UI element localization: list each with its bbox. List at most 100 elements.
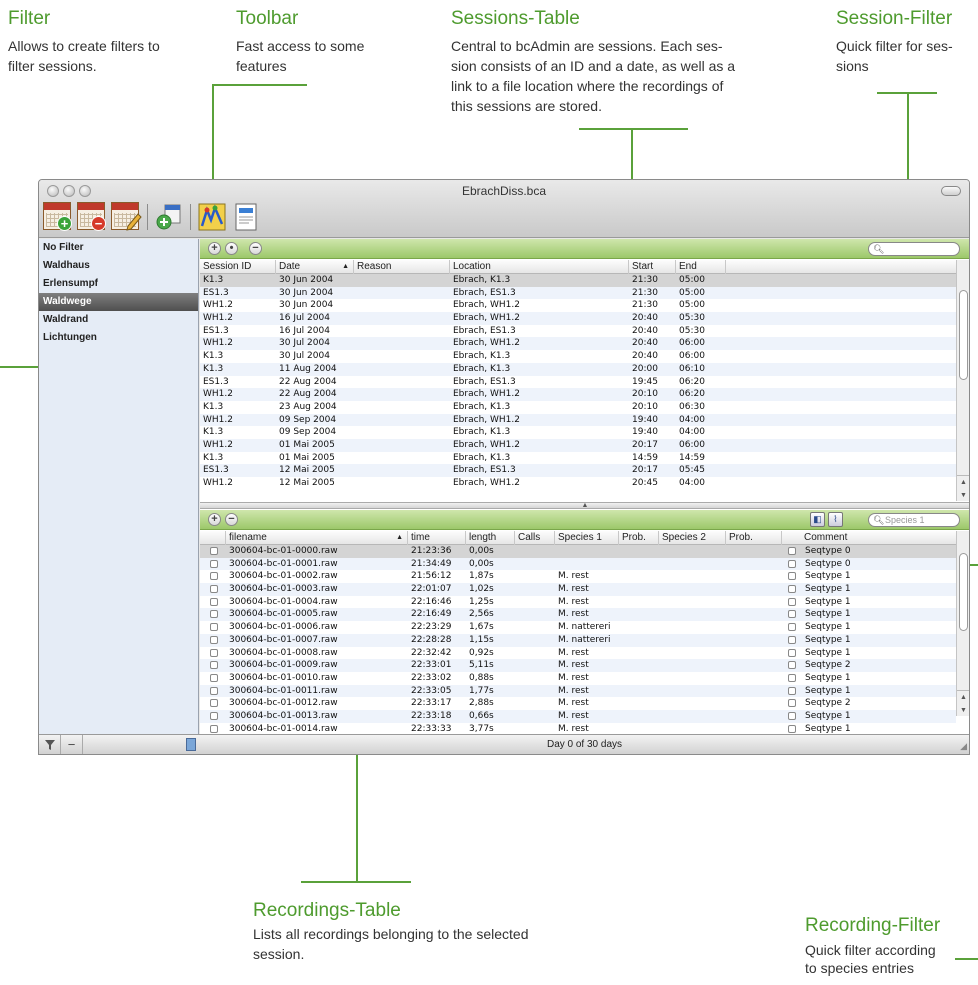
- session-row[interactable]: ES1.3 22 Aug 2004 Ebrach, ES1.3 19:45 06:20: [200, 376, 956, 389]
- column-header-filename[interactable]: filename ▲: [226, 531, 408, 545]
- notes-icon[interactable]: [186, 738, 196, 751]
- recording-checkbox[interactable]: [210, 610, 218, 619]
- recording-species-search-input[interactable]: 🔍︎ Species 1: [868, 513, 960, 527]
- split-view-divider[interactable]: ▲: [200, 502, 969, 509]
- session-row[interactable]: WH1.2 30 Jul 2004 Ebrach, WH1.2 20:40 06:00: [200, 337, 956, 351]
- recording-checkbox[interactable]: [210, 597, 218, 606]
- remove-filter-button[interactable]: −: [61, 735, 83, 754]
- session-row[interactable]: K1.3 30 Jul 2004 Ebrach, K1.3 20:40 06:00: [200, 350, 956, 363]
- recording-checkbox[interactable]: [210, 585, 218, 594]
- column-header-species-1[interactable]: Species 1: [555, 531, 619, 545]
- recording-row[interactable]: 300604-bc-01-0005.raw 22:16:49 2,56s M. res…: [200, 608, 956, 622]
- recording-checkbox[interactable]: [210, 711, 218, 720]
- chart-button[interactable]: ⌇: [828, 512, 843, 527]
- remove-session-button[interactable]: −: [77, 202, 107, 232]
- recording-row[interactable]: 300604-bc-01-0000.raw 21:23:36 0,00s Seqtyp…: [200, 545, 956, 558]
- recording-row[interactable]: 300604-bc-01-0003.raw 22:01:07 1,02s M. res…: [200, 583, 956, 596]
- sessions-scrollbar[interactable]: ▲ ▼: [956, 260, 969, 501]
- session-row[interactable]: WH1.2 30 Jun 2004 Ebrach, WH1.2 21:30 05:00: [200, 299, 956, 312]
- session-search-input[interactable]: 🔍︎: [868, 242, 960, 256]
- comment-checkbox[interactable]: [788, 610, 796, 619]
- recording-row[interactable]: 300604-bc-01-0001.raw 21:34:49 0,00s Seqtyp…: [200, 557, 956, 571]
- comment-checkbox[interactable]: [788, 661, 796, 670]
- session-row[interactable]: WH1.2 16 Jul 2004 Ebrach, WH1.2 20:40 05:30: [200, 312, 956, 325]
- export-button[interactable]: ◧: [810, 512, 825, 527]
- toolbar-toggle-button[interactable]: [941, 186, 961, 196]
- session-row[interactable]: K1.3 23 Aug 2004 Ebrach, K1.3 20:10 06:30: [200, 401, 956, 414]
- comment-checkbox[interactable]: [788, 597, 796, 606]
- comment-checkbox[interactable]: [788, 547, 796, 555]
- recordings-scroll-thumb[interactable]: [959, 553, 968, 631]
- recordings-scroll-arrows[interactable]: ▲ ▼: [957, 690, 969, 716]
- add-session-small-button[interactable]: +: [208, 242, 221, 255]
- column-header-time[interactable]: time: [408, 531, 466, 545]
- resize-grip-icon[interactable]: ◢: [960, 741, 967, 752]
- column-header-species-2[interactable]: Species 2: [659, 531, 726, 545]
- sessions-scroll-thumb[interactable]: [959, 290, 968, 380]
- remove-session-small-button[interactable]: −: [249, 242, 262, 255]
- column-header-prob-1[interactable]: Prob.: [619, 531, 659, 545]
- session-action-button[interactable]: •: [225, 242, 238, 255]
- recording-checkbox[interactable]: [210, 635, 218, 644]
- column-header-reason[interactable]: Reason: [354, 260, 450, 274]
- report-button[interactable]: [231, 202, 261, 232]
- recording-row[interactable]: 300604-bc-01-0008.raw 22:32:42 0,92s M. res…: [200, 647, 956, 660]
- comment-checkbox[interactable]: [788, 673, 796, 682]
- add-recording-small-button[interactable]: +: [208, 513, 221, 526]
- comment-checkbox[interactable]: [788, 635, 796, 644]
- column-header-length[interactable]: length: [466, 531, 515, 545]
- recording-row[interactable]: 300604-bc-01-0009.raw 22:33:01 5,11s M. res…: [200, 659, 956, 672]
- comment-checkbox[interactable]: [788, 648, 796, 657]
- recording-row[interactable]: 300604-bc-01-0002.raw 21:56:12 1,87s M. res…: [200, 570, 956, 583]
- column-header-end[interactable]: End: [676, 260, 726, 274]
- session-row[interactable]: ES1.3 30 Jun 2004 Ebrach, ES1.3 21:30 05:00: [200, 286, 956, 300]
- recordings-scrollbar[interactable]: ▲ ▼: [956, 531, 969, 716]
- add-filter-button[interactable]: [39, 735, 61, 754]
- filter-item-lichtungen[interactable]: Lichtungen: [39, 329, 198, 347]
- comment-checkbox[interactable]: [788, 724, 796, 733]
- recording-checkbox[interactable]: [210, 648, 218, 657]
- comment-checkbox[interactable]: [788, 585, 796, 594]
- column-header-date[interactable]: Date ▲: [276, 260, 354, 274]
- column-header-prob-2[interactable]: Prob.: [726, 531, 782, 545]
- comment-checkbox[interactable]: [788, 572, 796, 581]
- session-row[interactable]: WH1.2 22 Aug 2004 Ebrach, WH1.2 20:10 06:20: [200, 388, 956, 401]
- session-row[interactable]: K1.3 30 Jun 2004 Ebrach, K1.3 21:30 05:00: [200, 274, 956, 287]
- sessions-scroll-arrows[interactable]: ▲ ▼: [957, 475, 969, 501]
- comment-checkbox[interactable]: [788, 686, 796, 695]
- recording-checkbox[interactable]: [210, 623, 218, 632]
- comment-checkbox[interactable]: [788, 699, 796, 708]
- species-map-button[interactable]: [197, 202, 227, 232]
- recording-row[interactable]: 300604-bc-01-0012.raw 22:33:17 2,88s M. res…: [200, 697, 956, 710]
- session-row[interactable]: WH1.2 01 Mai 2005 Ebrach, WH1.2 20:17 06:00: [200, 438, 956, 452]
- session-row[interactable]: WH1.2 09 Sep 2004 Ebrach, WH1.2 19:40 04:00: [200, 413, 956, 427]
- filter-item-waldhaus[interactable]: Waldhaus: [39, 257, 198, 275]
- filter-item-waldrand[interactable]: Waldrand: [39, 311, 198, 329]
- column-header-start[interactable]: Start: [629, 260, 676, 274]
- recording-row[interactable]: 300604-bc-01-0010.raw 22:33:02 0,88s M. res…: [200, 672, 956, 685]
- recording-checkbox[interactable]: [210, 686, 218, 695]
- session-row[interactable]: K1.3 01 Mai 2005 Ebrach, K1.3 14:59 14:59: [200, 452, 956, 465]
- filter-item-erlensumpf[interactable]: Erlensumpf: [39, 275, 198, 293]
- add-session-button[interactable]: +: [43, 202, 73, 232]
- filter-item-waldwege[interactable]: Waldwege: [39, 293, 198, 311]
- session-row[interactable]: WH1.2 12 Mai 2005 Ebrach, WH1.2 20:45 04:00: [200, 477, 956, 490]
- session-row[interactable]: ES1.3 16 Jul 2004 Ebrach, ES1.3 20:40 05:30: [200, 325, 956, 338]
- add-recordings-button[interactable]: [154, 202, 184, 232]
- column-header-comment[interactable]: Comment: [782, 531, 956, 545]
- filter-item-no-filter[interactable]: No Filter: [39, 239, 198, 257]
- edit-session-button[interactable]: [111, 202, 142, 232]
- session-row[interactable]: K1.3 11 Aug 2004 Ebrach, K1.3 20:00 06:10: [200, 362, 956, 376]
- recording-row[interactable]: 300604-bc-01-0004.raw 22:16:46 1,25s M. res…: [200, 596, 956, 609]
- recording-checkbox[interactable]: [210, 572, 218, 581]
- session-row[interactable]: ES1.3 12 Mai 2005 Ebrach, ES1.3 20:17 05:45: [200, 464, 956, 477]
- recording-checkbox[interactable]: [210, 724, 218, 733]
- recording-row[interactable]: 300604-bc-01-0013.raw 22:33:18 0,66s M. res…: [200, 709, 956, 723]
- comment-checkbox[interactable]: [788, 623, 796, 632]
- recording-checkbox[interactable]: [210, 673, 218, 682]
- recording-row[interactable]: 300604-bc-01-0011.raw 22:33:05 1,77s M. res…: [200, 684, 956, 698]
- column-header-calls[interactable]: Calls: [515, 531, 555, 545]
- recording-row[interactable]: 300604-bc-01-0007.raw 22:28:28 1,15s M. nat…: [200, 633, 956, 647]
- remove-recording-small-button[interactable]: −: [225, 513, 238, 526]
- recording-checkbox[interactable]: [210, 699, 218, 708]
